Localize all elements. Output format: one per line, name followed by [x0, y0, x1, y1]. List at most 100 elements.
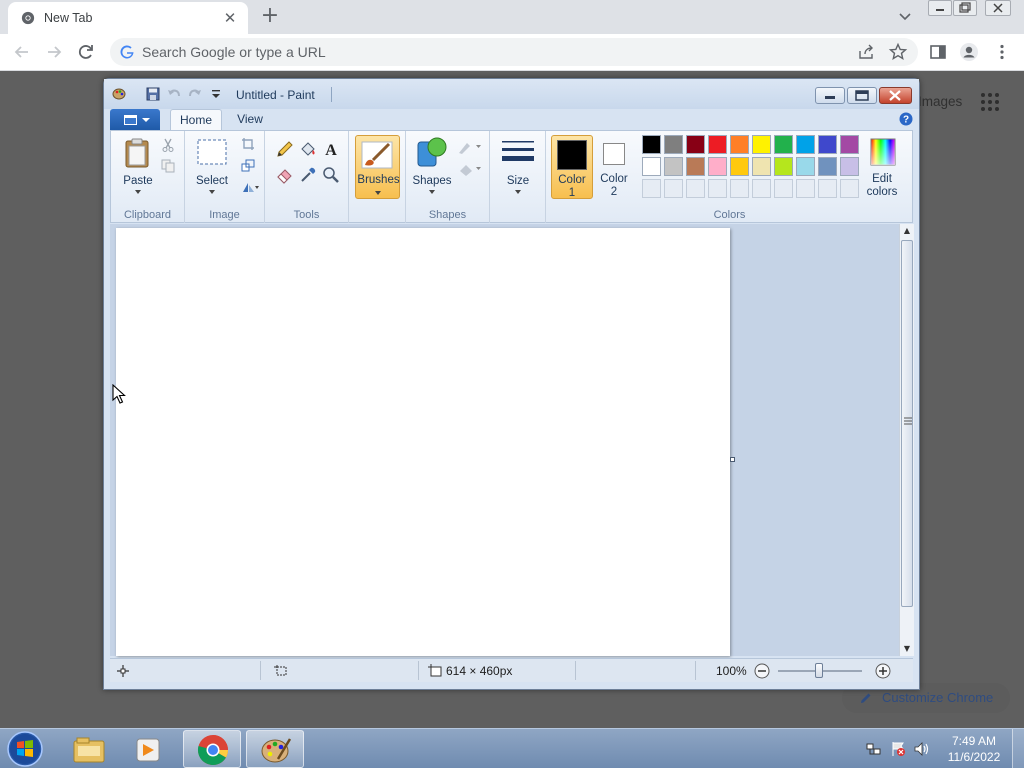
palette-color-swatch[interactable]	[774, 135, 793, 154]
save-icon[interactable]	[146, 87, 160, 101]
browser-tab[interactable]: New Tab ✕	[8, 2, 248, 34]
share-icon[interactable]	[856, 42, 876, 62]
shapes-icon[interactable]	[416, 136, 448, 170]
color1-button[interactable]: Color 1	[551, 135, 593, 199]
resize-icon[interactable]	[241, 159, 255, 173]
rotate-icon[interactable]	[241, 180, 261, 194]
palette-empty-swatch[interactable]	[642, 179, 661, 198]
paint-close-button[interactable]	[879, 87, 912, 104]
magnifier-icon[interactable]	[321, 165, 341, 185]
volume-icon[interactable]	[913, 741, 931, 757]
scrollbar-thumb[interactable]	[901, 240, 913, 607]
tab-view[interactable]: View	[230, 109, 270, 130]
palette-empty-swatch[interactable]	[796, 179, 815, 198]
eraser-icon[interactable]	[275, 165, 295, 185]
palette-color-swatch[interactable]	[730, 157, 749, 176]
start-orb-icon[interactable]	[4, 730, 46, 768]
palette-empty-swatch[interactable]	[840, 179, 859, 198]
crop-icon[interactable]	[241, 137, 255, 151]
palette-color-swatch[interactable]	[708, 157, 727, 176]
side-panel-icon[interactable]	[928, 42, 948, 62]
palette-empty-swatch[interactable]	[730, 179, 749, 198]
color2-button[interactable]: Color 2	[595, 135, 633, 199]
drawing-canvas[interactable]	[116, 228, 730, 656]
zoom-slider-thumb[interactable]	[815, 663, 823, 678]
shapes-dropdown-icon[interactable]	[428, 189, 436, 195]
palette-color-swatch[interactable]	[840, 135, 859, 154]
taskbar-clock[interactable]: 7:49 AM 11/6/2022	[940, 733, 1008, 765]
palette-color-swatch[interactable]	[664, 157, 683, 176]
pencil-tool-icon[interactable]	[275, 139, 295, 159]
size-label[interactable]: Size	[494, 175, 542, 188]
size-dropdown-icon[interactable]	[514, 189, 522, 195]
tab-search-icon[interactable]	[895, 8, 915, 26]
palette-color-swatch[interactable]	[818, 135, 837, 154]
paint-app-icon[interactable]	[112, 87, 126, 101]
palette-color-swatch[interactable]	[708, 135, 727, 154]
palette-empty-swatch[interactable]	[752, 179, 771, 198]
paint-minimize-button[interactable]	[815, 87, 845, 104]
select-rectangle-icon[interactable]	[197, 139, 227, 165]
taskbar-paint[interactable]	[246, 730, 304, 768]
copy-icon[interactable]	[161, 159, 175, 173]
palette-color-swatch[interactable]	[796, 135, 815, 154]
google-apps-icon[interactable]	[980, 92, 1000, 112]
size-lines-icon[interactable]	[501, 139, 535, 167]
paint-menu-button[interactable]	[110, 109, 160, 130]
paste-dropdown-icon[interactable]	[134, 189, 142, 195]
reload-icon[interactable]	[72, 38, 100, 66]
images-link[interactable]: Images	[918, 94, 962, 109]
fill-bucket-icon[interactable]	[298, 139, 318, 159]
palette-color-swatch[interactable]	[796, 157, 815, 176]
palette-color-swatch[interactable]	[686, 135, 705, 154]
help-icon[interactable]: ?	[899, 112, 913, 126]
paint-maximize-button[interactable]	[847, 87, 877, 104]
palette-color-swatch[interactable]	[840, 157, 859, 176]
fill-icon[interactable]	[457, 161, 483, 177]
select-dropdown-icon[interactable]	[208, 189, 216, 195]
palette-color-swatch[interactable]	[730, 135, 749, 154]
paste-label[interactable]: Paste	[117, 175, 159, 188]
palette-color-swatch[interactable]	[752, 157, 771, 176]
zoom-out-icon[interactable]	[754, 663, 770, 679]
palette-color-swatch[interactable]	[686, 157, 705, 176]
cut-icon[interactable]	[161, 138, 175, 152]
canvas-resize-handle[interactable]	[730, 457, 735, 462]
palette-empty-swatch[interactable]	[708, 179, 727, 198]
browser-restore-button[interactable]	[953, 0, 977, 16]
palette-color-swatch[interactable]	[642, 157, 661, 176]
color-picker-icon[interactable]	[298, 165, 318, 185]
palette-empty-swatch[interactable]	[774, 179, 793, 198]
scroll-up-arrow-icon[interactable]: ▲	[900, 224, 914, 238]
edit-colors-button[interactable]: Edit colors	[858, 135, 906, 199]
vertical-scrollbar[interactable]: ▲ ▼	[899, 224, 914, 656]
palette-color-swatch[interactable]	[664, 135, 683, 154]
chrome-menu-icon[interactable]	[992, 42, 1012, 62]
profile-avatar-icon[interactable]	[959, 42, 979, 62]
taskbar-media-player[interactable]	[120, 730, 178, 768]
customize-qat-icon[interactable]	[209, 87, 223, 101]
palette-color-swatch[interactable]	[752, 135, 771, 154]
brushes-button[interactable]: Brushes	[355, 135, 400, 199]
bookmark-star-icon[interactable]	[888, 42, 908, 62]
undo-icon[interactable]	[167, 87, 181, 101]
forward-arrow-icon[interactable]	[40, 38, 68, 66]
select-label[interactable]: Select	[191, 175, 233, 188]
outline-icon[interactable]	[457, 139, 483, 155]
palette-empty-swatch[interactable]	[686, 179, 705, 198]
new-tab-button[interactable]: +	[258, 5, 282, 29]
palette-color-swatch[interactable]	[818, 157, 837, 176]
scroll-down-arrow-icon[interactable]: ▼	[900, 642, 914, 656]
paste-icon[interactable]	[123, 137, 153, 169]
tab-close-icon[interactable]: ✕	[220, 8, 240, 28]
action-center-icon[interactable]	[890, 741, 906, 757]
browser-close-button[interactable]	[985, 0, 1011, 16]
browser-minimize-button[interactable]	[928, 0, 952, 16]
show-desktop-button[interactable]	[1012, 729, 1024, 768]
taskbar-chrome[interactable]	[183, 730, 241, 768]
redo-icon[interactable]	[188, 87, 202, 101]
tab-home[interactable]: Home	[170, 109, 222, 130]
palette-color-swatch[interactable]	[642, 135, 661, 154]
taskbar-explorer[interactable]	[60, 730, 118, 768]
palette-empty-swatch[interactable]	[664, 179, 683, 198]
